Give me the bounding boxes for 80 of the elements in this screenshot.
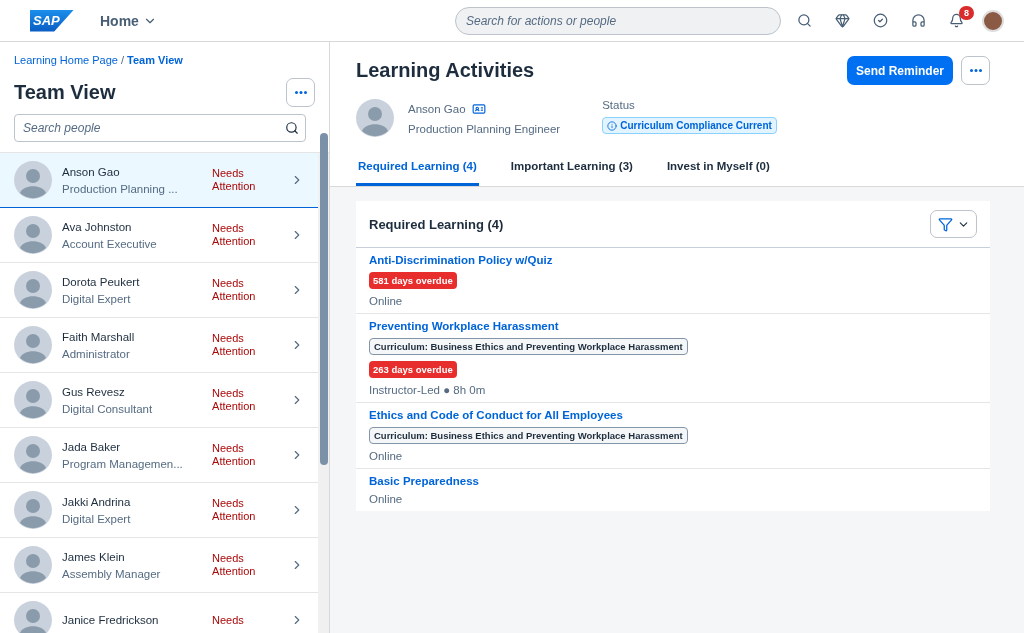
user-avatar[interactable] — [982, 9, 1004, 32]
tab[interactable]: Invest in Myself (0) — [664, 151, 772, 186]
search-field[interactable]: Search for actions or people — [455, 6, 781, 35]
person-avatar — [356, 99, 394, 137]
member-name: James Klein — [62, 550, 126, 563]
curriculum-tag: Curriculum: Business Ethics and Preventing Workplace Harassment — [369, 427, 688, 444]
ellipsis-icon — [969, 69, 982, 72]
member-name: Dorota Peukert — [62, 275, 141, 288]
member-status: Needs Attention — [212, 167, 257, 193]
course-link[interactable]: Ethics and Code of Conduct for All Employees — [369, 409, 623, 421]
panel-title: Team View — [14, 81, 116, 104]
logo[interactable]: SAP — [30, 9, 74, 32]
person-name: Anson Gao — [408, 102, 466, 115]
course-link[interactable]: Anti-Discrimination Policy w/Quiz — [369, 254, 553, 266]
member-role: Production Planning ... — [62, 182, 179, 195]
course-meta: Online — [369, 450, 403, 462]
member-name: Jada Baker — [62, 440, 122, 453]
person-avatar — [14, 491, 52, 529]
person-avatar — [14, 216, 52, 254]
member-status: Needs Attention — [212, 497, 257, 523]
person-avatar — [14, 381, 52, 419]
member-role: Administrator — [62, 347, 131, 360]
info-icon — [607, 120, 618, 131]
person-avatar — [14, 326, 52, 364]
member-role: Digital Expert — [62, 292, 132, 305]
overdue-tag: 581 days overdue — [369, 272, 457, 289]
member-role: Assembly Manager — [62, 567, 162, 580]
course-meta: Online — [369, 295, 403, 307]
course-meta: Instructor-Led ● 8h 0m — [369, 384, 486, 396]
member-status: Needs Attention — [212, 332, 257, 358]
member-name: Jakki Andrina — [62, 495, 132, 508]
course-link[interactable]: Basic Preparedness — [369, 475, 479, 487]
home-menu[interactable]: Home — [96, 8, 161, 33]
person-avatar — [14, 436, 52, 474]
filter-icon — [937, 216, 953, 232]
person-avatar — [14, 601, 52, 633]
person-avatar — [14, 161, 52, 199]
member-role: Account Executive — [62, 237, 158, 250]
breadcrumb-link[interactable]: Learning Home Page — [14, 54, 118, 66]
member-role: Program Managemen... — [62, 457, 184, 470]
member-status: Needs — [212, 613, 245, 627]
member-name: Faith Marshall — [62, 330, 136, 343]
team-member-row[interactable]: Anson Gao Production Planning ... Needs Attention — [0, 153, 318, 208]
person-avatar — [14, 546, 52, 584]
member-status: Needs Attention — [212, 442, 257, 468]
section-title: Required Learning (4) — [369, 216, 504, 232]
member-name: Janice Fredrickson — [62, 614, 160, 626]
member-status: Needs Attention — [212, 222, 257, 248]
member-name: Ava Johnston — [62, 220, 133, 233]
search-icon — [285, 121, 299, 135]
curriculum-tag: Curriculum: Business Ethics and Preventing Workplace Harassment — [369, 338, 688, 355]
person-avatar — [14, 271, 52, 309]
member-status: Needs Attention — [212, 387, 257, 413]
more-button[interactable] — [286, 78, 315, 107]
breadcrumb-separator: / — [120, 54, 125, 66]
member-name: Anson Gao — [62, 165, 121, 178]
course-meta: Online — [369, 493, 403, 505]
ellipsis-icon — [294, 91, 307, 94]
tab[interactable]: Required Learning (4) — [356, 151, 479, 186]
scrollbar-thumb[interactable] — [319, 133, 328, 465]
breadcrumb-link[interactable]: Team View — [127, 54, 183, 66]
status-label: Status — [602, 99, 636, 111]
page-title: Learning Activities — [356, 59, 535, 82]
member-role: Digital Expert — [62, 512, 132, 525]
member-status: Needs Attention — [212, 552, 257, 578]
search-field[interactable]: Search people — [14, 114, 306, 142]
more-button[interactable] — [961, 56, 990, 85]
member-status: Needs Attention — [212, 277, 257, 303]
overdue-tag: 263 days overdue — [369, 361, 457, 378]
member-role: Digital Consultant — [62, 402, 154, 415]
send-reminder-button[interactable]: Send Reminder — [846, 56, 953, 85]
search-icon — [796, 13, 812, 28]
course-link[interactable]: Preventing Workplace Harassment — [369, 320, 559, 332]
filter-button[interactable] — [930, 210, 977, 238]
tab[interactable]: Important Learning (3) — [508, 151, 635, 186]
notification-badge: 8 — [959, 5, 974, 20]
person-role: Production Planning Engineer — [408, 122, 561, 135]
status-tag: Curriculum Compliance Current — [602, 117, 777, 134]
id-card-icon[interactable] — [471, 101, 486, 116]
member-name: Gus Revesz — [62, 385, 126, 398]
